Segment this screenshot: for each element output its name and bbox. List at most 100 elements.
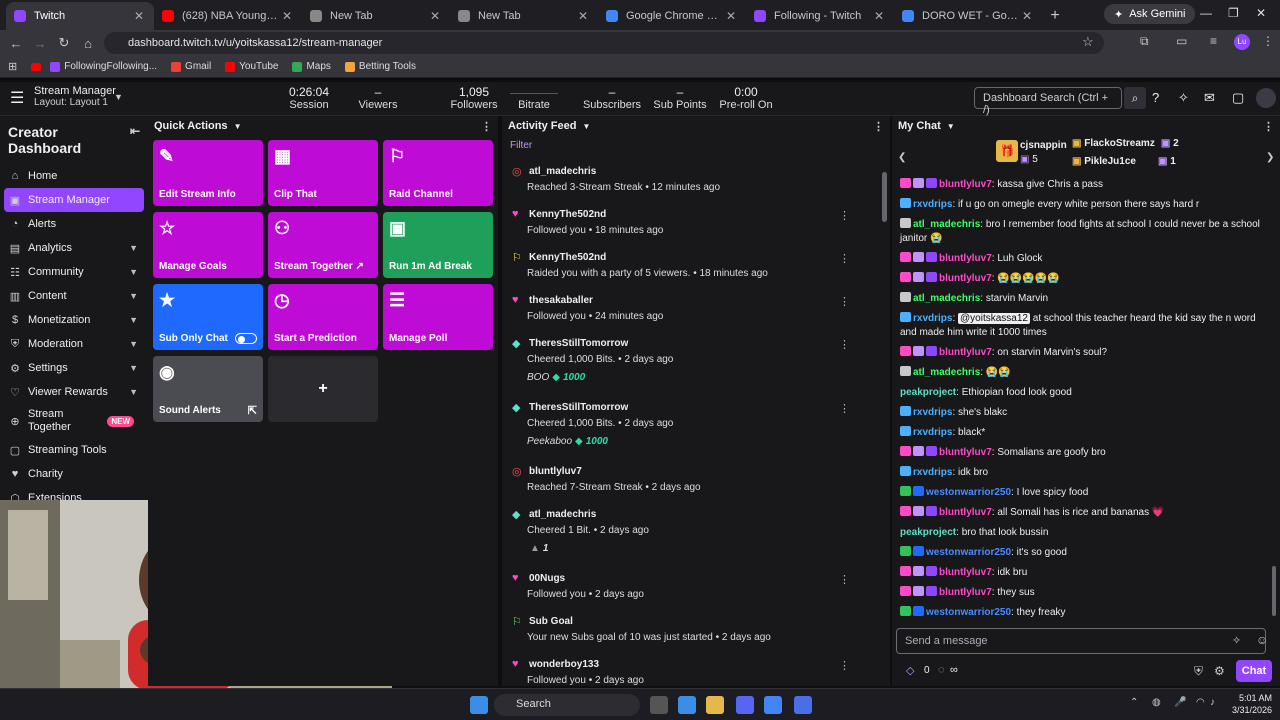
activity-scrollbar[interactable] (882, 172, 887, 222)
chat-username[interactable]: bluntlyluv7 (939, 179, 992, 190)
chat-message[interactable]: atl_madechris: 😭😭 (900, 366, 1260, 380)
taskbar-search[interactable]: Search (494, 694, 640, 716)
sidebar-item-home[interactable]: ⌂ Home (0, 164, 148, 188)
chat-message[interactable]: peakproject: Ethiopian food look good (900, 386, 1260, 400)
close-tab-icon[interactable]: ✕ (280, 9, 294, 23)
chat-message[interactable]: bluntlyluv7: kassa give Chris a pass (900, 178, 1260, 192)
chat-username[interactable]: bluntlyluv7 (939, 273, 992, 284)
quick-action-manage-goals[interactable]: ☆ Manage Goals (153, 212, 263, 278)
sidebar-item-community[interactable]: ☷ Community ▼ (0, 260, 148, 284)
stat-session[interactable]: 0:26:04 Session (269, 85, 349, 111)
leaderboard-next-icon[interactable]: ❯ (1266, 152, 1274, 163)
bookmark-0[interactable]: FollowingFollowing... (45, 61, 162, 72)
channel-points-icon[interactable]: ◇ (906, 664, 914, 677)
activity-event[interactable]: ⚐ Sub Goal Your new Subs goal of 10 was ju… (502, 614, 872, 654)
magic-icon[interactable]: ✧ (1178, 90, 1189, 106)
quick-action-clip-that[interactable]: ▦ Clip That (268, 140, 378, 206)
quick-action-run-1m-ad-break[interactable]: ▣ Run 1m Ad Break (383, 212, 493, 278)
chat-message[interactable]: rxvdrips: if u go on omegle every white … (900, 198, 1260, 212)
event-menu-icon[interactable]: ⋮ (839, 209, 850, 222)
user-avatar[interactable] (1256, 88, 1276, 108)
event-menu-icon[interactable]: ⋮ (839, 295, 850, 308)
minimize-icon[interactable]: — (1200, 6, 1212, 20)
reload-icon[interactable]: ↻ (52, 35, 76, 51)
quick-action-start-a-prediction[interactable]: ◷ Start a Prediction (268, 284, 378, 350)
chat-message[interactable]: bluntlyluv7: they sus (900, 586, 1260, 600)
browser-tab[interactable]: (628) NBA Youngboy - Boss✕ (154, 2, 302, 30)
stat-pre-roll-on[interactable]: 0:00 Pre-roll On (706, 85, 786, 111)
chat-message[interactable]: bluntlyluv7: all Somali has is rice and … (900, 506, 1260, 520)
profile-avatar[interactable]: Lu (1234, 34, 1250, 50)
ask-gemini-button[interactable]: ✦ Ask Gemini (1104, 4, 1196, 24)
sidebar-item-settings[interactable]: ⚙ Settings ▼ (0, 356, 148, 380)
chat-message[interactable]: bluntlyluv7: on starvin Marvin's soul? (900, 346, 1260, 360)
sidebar-item-monetization[interactable]: $ Monetization ▼ (0, 308, 148, 332)
chat-username[interactable]: bluntlyluv7 (939, 587, 992, 598)
browser-tab[interactable]: New Tab ✕ (450, 2, 598, 30)
network-icon[interactable]: ◍ (1152, 697, 1161, 708)
chevron-down-icon[interactable]: ▼ (947, 122, 955, 131)
close-window-icon[interactable]: ✕ (1256, 6, 1266, 20)
chat-username[interactable]: westonwarrior250 (926, 607, 1011, 618)
leaderboard-prev-icon[interactable]: ❮ (898, 152, 906, 163)
browser-tab[interactable]: Google Chrome Help ✕ (598, 2, 746, 30)
chat-message[interactable]: rxvdrips: she's blakc (900, 406, 1260, 420)
browser-tab[interactable]: DORO WET - Google Search✕ (894, 2, 1042, 30)
chat-username[interactable]: rxvdrips (913, 199, 952, 210)
dashboard-search-input[interactable]: Dashboard Search (Ctrl + /) (974, 87, 1122, 116)
inbox-icon[interactable]: ✉ (1204, 90, 1215, 106)
activity-event[interactable]: ♥ thesakaballer Followed you • 24 minutes … (502, 293, 872, 333)
maximize-icon[interactable]: ❐ (1228, 6, 1239, 20)
chat-username[interactable]: bluntlyluv7 (939, 347, 992, 358)
layout-selector[interactable]: Stream Manager Layout: Layout 1 (34, 85, 116, 108)
activity-event[interactable]: ◆ atl_madechris Cheered 1 Bit. • 2 days ag… (502, 507, 872, 554)
mic-icon[interactable]: 🎤 (1174, 697, 1186, 708)
close-tab-icon[interactable]: ✕ (576, 9, 590, 23)
event-menu-icon[interactable]: ⋮ (839, 402, 850, 415)
file-explorer-icon[interactable] (706, 696, 724, 714)
wifi-icon[interactable]: ◠ (1196, 697, 1205, 708)
chat-message[interactable]: bluntlyluv7: Somalians are goofy bro (900, 446, 1260, 460)
chat-message-input[interactable]: Send a message (896, 628, 1266, 654)
windows-start-icon[interactable] (470, 696, 488, 714)
sidebar-item-content[interactable]: ▥ Content ▼ (0, 284, 148, 308)
sidebar-item-stream-together[interactable]: ⊕ Stream Together NEW (0, 404, 148, 438)
new-tab-button[interactable]: + (1042, 2, 1068, 30)
chat-username[interactable]: rxvdrips (913, 407, 952, 418)
chat-message[interactable]: westonwarrior250: it's so good (900, 546, 1260, 560)
event-menu-icon[interactable]: ⋮ (839, 659, 850, 672)
sidebar-item-stream-manager[interactable]: ▣ Stream Manager (4, 188, 144, 212)
chat-message[interactable]: atl_madechris: bro I remember food fight… (900, 218, 1260, 246)
more-options-icon[interactable]: ⋮ (481, 120, 492, 133)
event-menu-icon[interactable]: ⋮ (839, 338, 850, 351)
activity-event[interactable]: ♥ KennyThe502nd Followed you • 18 minutes … (502, 207, 872, 247)
chat-message[interactable]: atl_madechris: starvin Marvin (900, 292, 1260, 306)
youtube-icon[interactable] (31, 62, 42, 71)
chat-message[interactable]: bluntlyluv7: idk bru (900, 566, 1260, 580)
activity-event[interactable]: ♥ 00Nugs Followed you • 2 days ago ⋮ (502, 571, 872, 611)
close-tab-icon[interactable]: ✕ (872, 9, 886, 23)
taskbar-clock[interactable]: 5:01 AM 3/31/2026 (1222, 692, 1272, 716)
url-field[interactable]: dashboard.twitch.tv/u/yoitskassa12/strea… (104, 32, 1104, 54)
quick-action-[interactable]: + (268, 356, 378, 422)
chat-username[interactable]: peakproject (900, 527, 956, 538)
sidebar-item-charity[interactable]: ♥ Charity (0, 462, 148, 486)
more-options-icon[interactable]: ⋮ (873, 120, 884, 133)
bookmark-4[interactable]: Betting Tools (340, 61, 421, 72)
chat-message[interactable]: rxvdrips: @yoitskassa12 at school this t… (900, 312, 1260, 340)
shield-icon[interactable]: ⛨ (1194, 664, 1203, 679)
activity-event[interactable]: ◎ bluntlyluv7 Reached 7-Stream Streak • 2 … (502, 464, 872, 504)
browser-tab[interactable]: New Tab ✕ (302, 2, 450, 30)
chat-username[interactable]: bluntlyluv7 (939, 567, 992, 578)
chevron-down-icon[interactable]: ▼ (114, 92, 123, 102)
activity-event[interactable]: ⚐ KennyThe502nd Raided you with a party of… (502, 250, 872, 290)
chat-message[interactable]: westonwarrior250: they freaky (900, 606, 1260, 620)
chat-message[interactable]: peakproject: bro that look bussin (900, 526, 1260, 540)
task-view-icon[interactable] (650, 696, 668, 714)
chat-message[interactable]: rxvdrips: black* (900, 426, 1260, 440)
extensions-icon[interactable]: ⧉ (1140, 34, 1149, 49)
chat-username[interactable]: bluntlyluv7 (939, 507, 992, 518)
stat-bitrate[interactable]: Bitrate (494, 85, 574, 111)
bookmark-star-icon[interactable]: ☆ (1082, 34, 1094, 50)
chevron-down-icon[interactable]: ▼ (234, 122, 242, 131)
